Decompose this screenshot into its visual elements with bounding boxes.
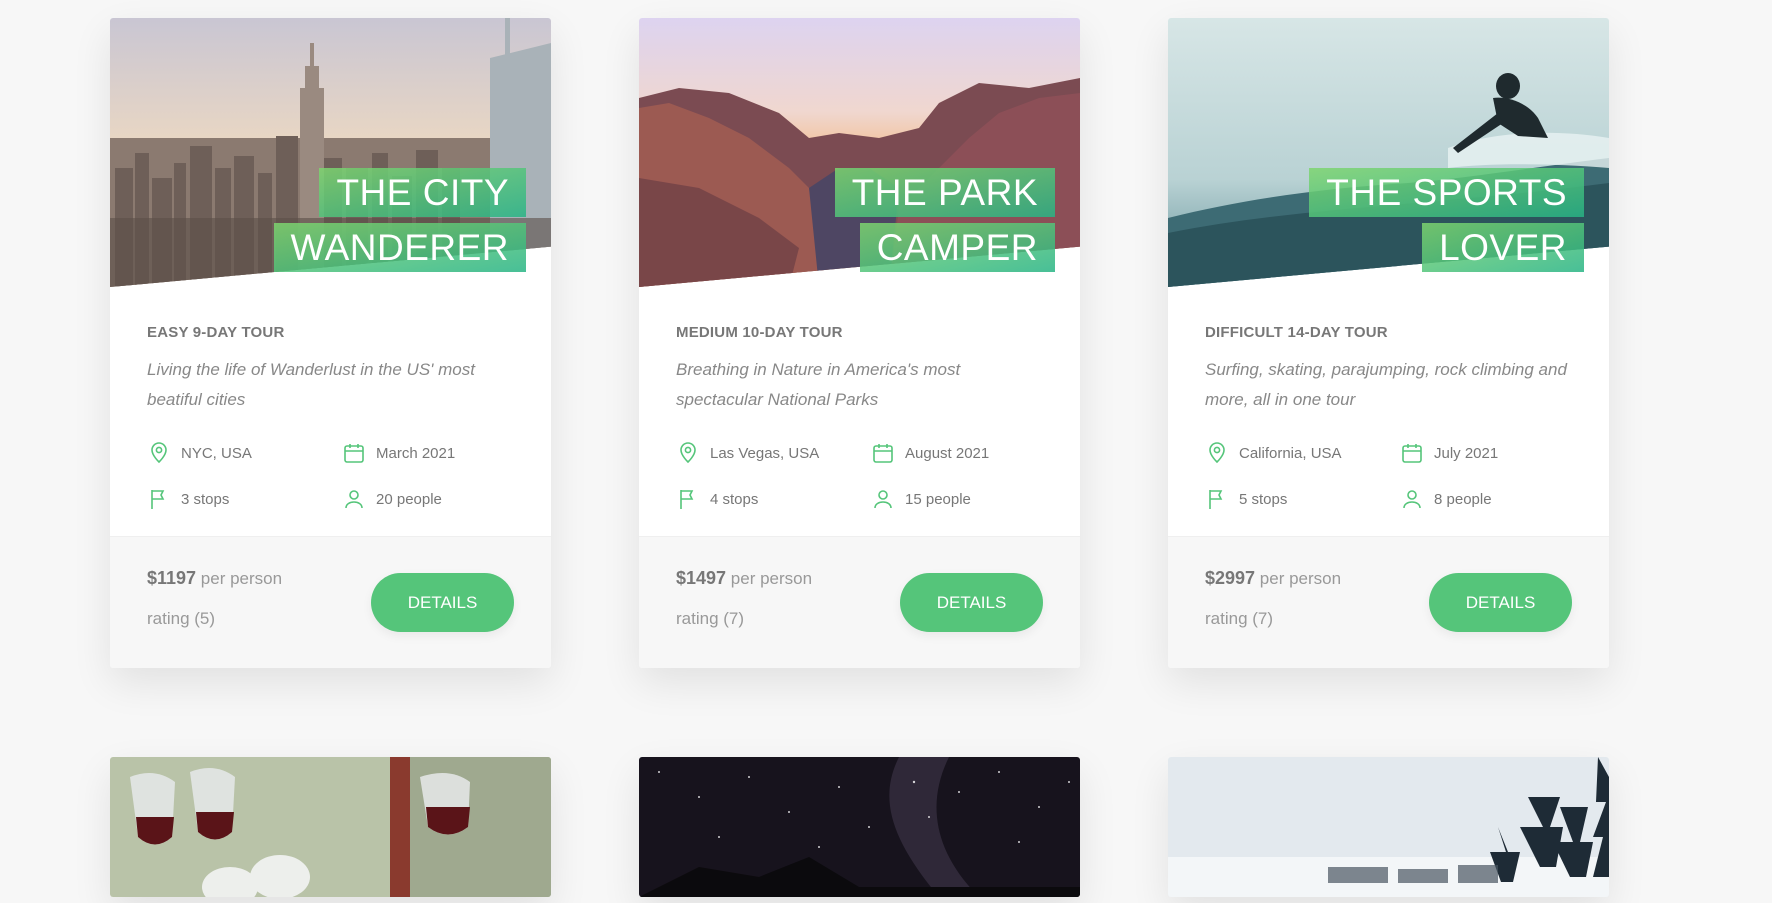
tour-price-value: $2997 — [1205, 568, 1256, 588]
tour-group-size-text: 20 people — [376, 490, 442, 508]
map-pin-icon — [151, 442, 167, 464]
tour-stops-text: 5 stops — [1239, 490, 1288, 508]
tour-location-text: NYC, USA — [181, 444, 252, 462]
tour-card: The Sports Lover Difficult 14-day tour S… — [1168, 18, 1609, 668]
tour-stops-text: 4 stops — [710, 490, 759, 508]
tour-card-details: Easy 9-day tour Living the life of Wande… — [110, 287, 551, 536]
user-icon — [1403, 490, 1421, 509]
tour-location-text: Las Vegas, USA — [710, 444, 820, 462]
details-button[interactable]: Details — [1429, 573, 1572, 632]
tour-subtitle: Difficult 14-day tour — [1205, 324, 1388, 341]
tour-card-footer: $1197 per person rating (5) Details — [110, 536, 551, 668]
map-pin-icon — [1209, 442, 1225, 464]
tour-stops: 5 stops — [1205, 487, 1400, 511]
tour-price-suffix: per person — [730, 569, 813, 588]
tour-date: August 2021 — [871, 441, 1021, 465]
flag-icon — [151, 490, 165, 509]
tour-rating: rating (5) — [147, 609, 216, 628]
tour-group-size: 8 people — [1400, 487, 1550, 511]
calendar-icon — [1402, 444, 1422, 463]
tour-date: March 2021 — [342, 441, 492, 465]
user-icon — [345, 490, 363, 509]
wine-glasses-image — [110, 757, 551, 897]
tour-subtitle: Medium 10-day tour — [676, 324, 843, 341]
tour-heading-line1: The Park — [834, 168, 1055, 217]
tour-heading-line1: The Sports — [1309, 168, 1584, 217]
tour-card-photo — [110, 757, 551, 897]
tour-rating: rating (7) — [676, 609, 745, 628]
details-button[interactable]: Details — [371, 573, 514, 632]
tour-heading-line2: Lover — [1422, 223, 1584, 272]
map-pin-icon — [680, 442, 696, 464]
tour-date: July 2021 — [1400, 441, 1550, 465]
tour-price: $1497 per person — [676, 568, 812, 589]
tour-stops-text: 3 stops — [181, 490, 230, 508]
tour-card-photo: The Park Camper — [639, 18, 1080, 287]
tours-grid: The City Wanderer Easy 9-day tour Living… — [110, 18, 1609, 897]
tour-facts: Las Vegas, USA August 2021 4 stops 15 pe… — [676, 441, 1043, 511]
tour-location: Las Vegas, USA — [676, 441, 871, 465]
tour-date-text: March 2021 — [376, 444, 456, 462]
tour-description: Breathing in Nature in America's most sp… — [676, 360, 961, 409]
tour-date-text: August 2021 — [905, 444, 990, 462]
tour-card: The Park Camper Medium 10-day tour Breat… — [639, 18, 1080, 668]
tour-heading-line2: Wanderer — [273, 223, 526, 272]
tour-card-photo: The Sports Lover — [1168, 18, 1609, 287]
tour-date-text: July 2021 — [1434, 444, 1499, 462]
tour-facts: California, USA July 2021 5 stops 8 peop… — [1205, 441, 1572, 511]
tour-price-value: $1497 — [676, 568, 727, 588]
tour-facts: NYC, USA March 2021 3 stops 20 people — [147, 441, 514, 511]
tour-card — [110, 757, 551, 897]
tour-card-heading: The Park Camper — [834, 165, 1055, 275]
tour-group-size-text: 8 people — [1434, 490, 1492, 508]
tour-card-footer: $2997 per person rating (7) Details — [1168, 536, 1609, 668]
tour-group-size: 20 people — [342, 487, 492, 511]
tour-group-size: 15 people — [871, 487, 1021, 511]
tour-stops: 4 stops — [676, 487, 871, 511]
tour-group-size-text: 15 people — [905, 490, 971, 508]
tour-location: California, USA — [1205, 441, 1400, 465]
tour-heading-line2: Camper — [859, 223, 1055, 272]
tour-card-footer: $1497 per person rating (7) Details — [639, 536, 1080, 668]
tour-card: The City Wanderer Easy 9-day tour Living… — [110, 18, 551, 668]
tour-heading-line1: The City — [319, 168, 526, 217]
tour-price: $1197 per person — [147, 568, 282, 589]
tour-subtitle: Easy 9-day tour — [147, 324, 285, 341]
tour-stops: 3 stops — [147, 487, 342, 511]
tour-price-suffix: per person — [1259, 569, 1342, 588]
tour-price-suffix: per person — [200, 569, 283, 588]
tour-description: Surfing, skating, parajumping, rock clim… — [1205, 360, 1567, 409]
tour-location: NYC, USA — [147, 441, 342, 465]
user-icon — [874, 490, 892, 509]
tour-card-heading: The City Wanderer — [273, 165, 526, 275]
tour-card-details: Medium 10-day tour Breathing in Nature i… — [639, 287, 1080, 536]
tour-rating: rating (7) — [1205, 609, 1274, 628]
tour-card-photo — [639, 757, 1080, 897]
tour-card-details: Difficult 14-day tour Surfing, skating, … — [1168, 287, 1609, 536]
tour-description: Living the life of Wanderlust in the US'… — [147, 360, 475, 409]
calendar-icon — [873, 444, 893, 463]
flag-icon — [1209, 490, 1223, 509]
tour-location-text: California, USA — [1239, 444, 1342, 462]
tour-card — [1168, 757, 1609, 897]
calendar-icon — [344, 444, 364, 463]
flag-icon — [680, 490, 694, 509]
tour-card — [639, 757, 1080, 897]
snow-forest-image — [1168, 757, 1609, 897]
night-sky-image — [639, 757, 1080, 897]
tour-card-heading: The Sports Lover — [1309, 165, 1584, 275]
details-button[interactable]: Details — [900, 573, 1043, 632]
tour-card-photo: The City Wanderer — [110, 18, 551, 287]
tour-card-photo — [1168, 757, 1609, 897]
tour-price-value: $1197 — [147, 568, 197, 588]
tour-price: $2997 per person — [1205, 568, 1341, 589]
